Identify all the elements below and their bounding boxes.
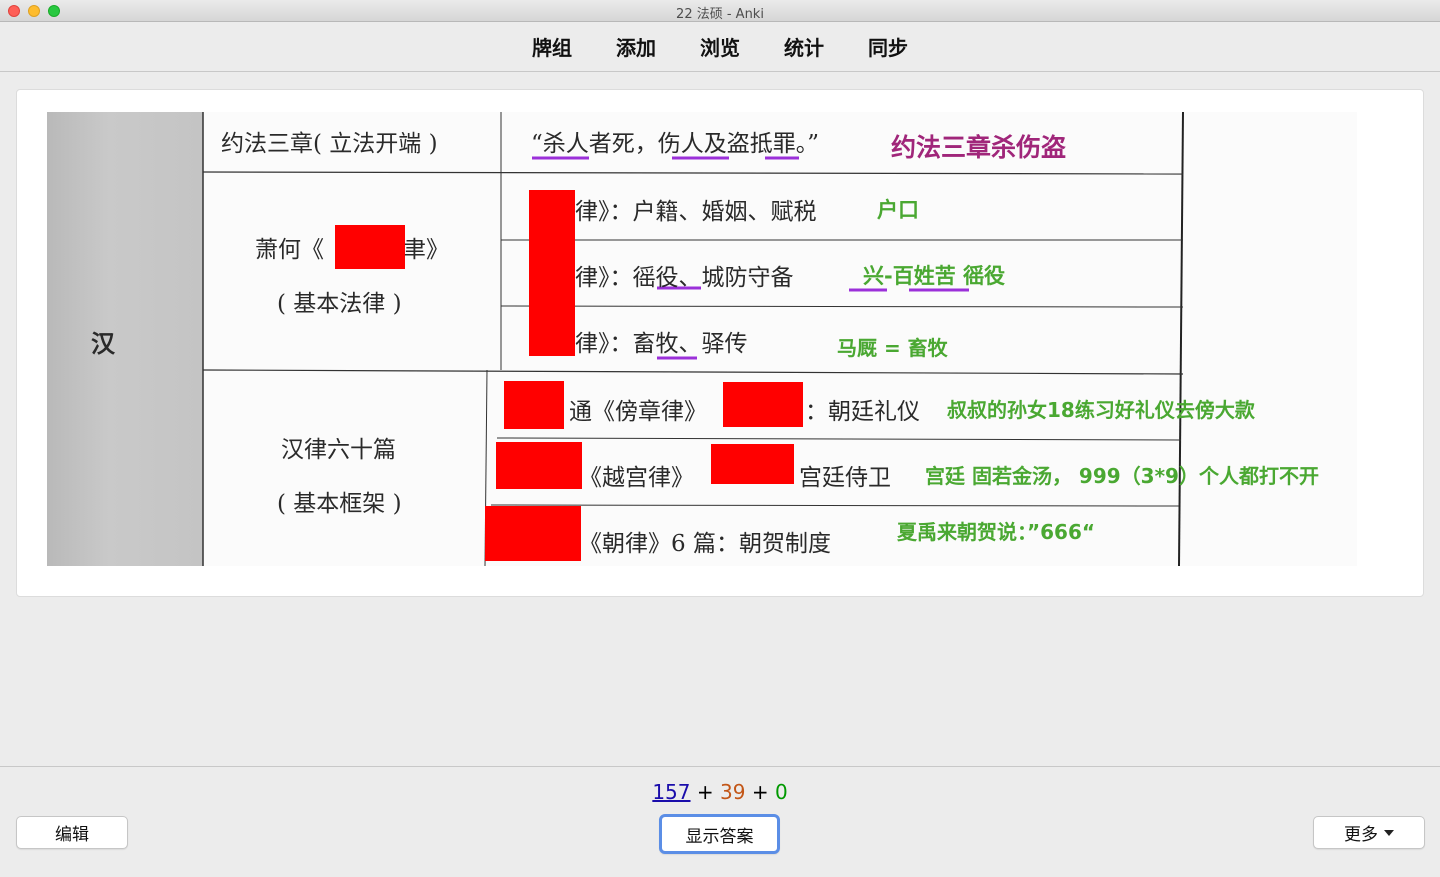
occlusion-mask[interactable] [335,225,405,269]
card-view: 汉 约法三章( 立法开端 ) “杀人者死，伤人及盗抵罪。” 约法三章杀伤盗 萧何… [16,89,1424,597]
plus-sign: + [751,780,769,804]
learning-count: 39 [720,780,746,804]
row1-content: “杀人者死，伤人及盗抵罪。” [531,131,820,157]
card-image: 汉 约法三章( 立法开端 ) “杀人者死，伤人及盗抵罪。” 约法三章杀伤盗 萧何… [47,112,1357,566]
occlusion-mask[interactable] [496,442,582,489]
row3c-content: 《朝律》6 篇：朝贺制度 [579,531,831,557]
nav-browse[interactable]: 浏览 [700,32,740,61]
dynasty-label: 汉 [91,329,115,358]
more-button[interactable]: 更多 [1313,816,1425,849]
row2a-note: 户口 [877,198,919,222]
nav-add[interactable]: 添加 [616,32,656,61]
row2c-note: 马厩 = 畜牧 [837,336,948,360]
row2-subtitle: ( 基本法律 ) [277,291,402,317]
title-bar: 22 法硕 - Anki [0,0,1440,22]
more-button-label: 更多 [1344,825,1378,845]
review-count: 0 [774,780,788,804]
due-counts: 157 + 39 + 0 [0,780,1440,804]
row3b-content-end: 宫廷侍卫 [799,465,891,491]
row2b-note: 兴-百姓苦 徭役 [863,264,1006,288]
occlusion-mask[interactable] [529,190,575,356]
row2-title-end: 聿》 [403,237,449,263]
occlusion-mask[interactable] [723,382,803,427]
row3a-content-end: ：朝廷礼仪 [805,399,920,425]
row3b-content: 《越宫律》 [579,465,694,491]
row2a-content: 律》：户籍、婚姻、赋税 [575,199,817,225]
row1-title: 约法三章( 立法开端 ) [221,131,438,157]
review-bottom-bar: 157 + 39 + 0 编辑 显示答案 更多 [0,766,1440,877]
row2-title: 萧何《 [255,237,324,263]
chevron-down-icon [1384,829,1394,836]
row2c-content: 律》：畜牧、驿传 [575,331,748,357]
row3c-note: 夏禹来朝贺说：”666“ [897,520,1096,544]
row3a-note: 叔叔的孙女18练习好礼仪去傍大款 [947,398,1255,422]
row1-note: 约法三章杀伤盗 [891,133,1067,162]
occlusion-mask[interactable] [504,381,564,429]
plus-sign: + [696,780,714,804]
occlusion-mask[interactable] [485,506,581,561]
row3a-content: 通《傍章律》 [569,399,707,425]
occlusion-mask[interactable] [711,444,794,484]
row3-subtitle: ( 基本框架 ) [277,491,402,517]
nav-sync[interactable]: 同步 [868,32,908,61]
nav-stats[interactable]: 统计 [784,32,824,61]
row2b-content: 律》：徭役、城防守备 [575,265,794,291]
new-count[interactable]: 157 [652,780,690,804]
window-title: 22 法硕 - Anki [676,7,764,22]
top-toolbar: 牌组 添加 浏览 统计 同步 [0,22,1440,72]
row3-title: 汉律六十篇 [281,437,396,463]
show-answer-button[interactable]: 显示答案 [659,814,780,854]
edit-button[interactable]: 编辑 [16,816,128,849]
row3b-note: 宫廷 固若金汤， 999（3*9）个人都打不开 [925,464,1319,488]
nav-decks[interactable]: 牌组 [532,32,572,61]
